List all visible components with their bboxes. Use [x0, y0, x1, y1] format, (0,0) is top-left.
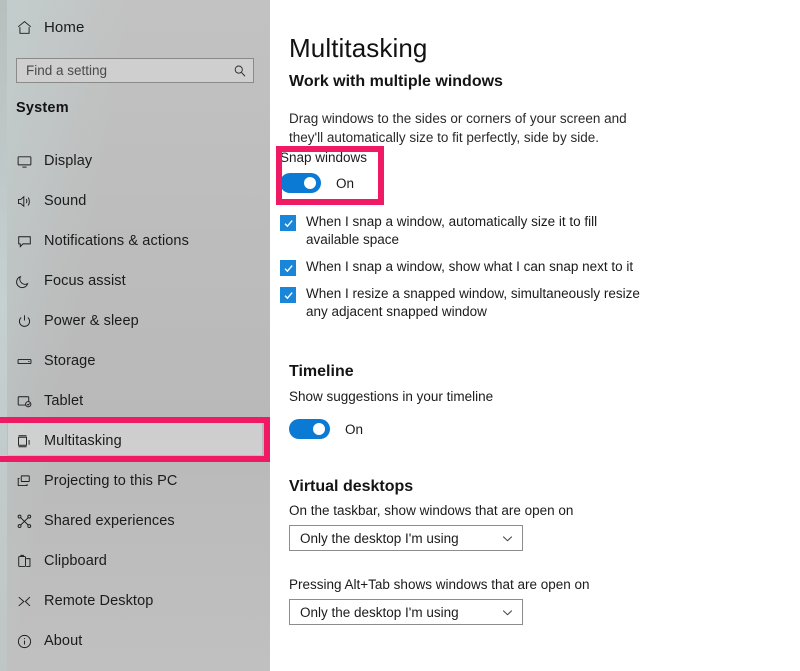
remote-desktop-icon: [16, 593, 42, 610]
checkbox-label: When I snap a window, show what I can sn…: [306, 259, 634, 274]
sidebar-item-remote-desktop[interactable]: Remote Desktop: [0, 584, 270, 618]
home-icon: [16, 19, 42, 36]
checkbox-row-simultaneous-resize[interactable]: When I resize a snapped window, simultan…: [280, 285, 650, 321]
dropdown-value: Only the desktop I'm using: [300, 604, 459, 620]
sidebar-item-about[interactable]: About: [0, 624, 270, 658]
taskbar-windows-dropdown[interactable]: Only the desktop I'm using: [289, 525, 523, 551]
checkbox-row-show-snap-suggestions[interactable]: When I snap a window, show what I can sn…: [280, 258, 650, 276]
settings-window: Home System Display: [0, 0, 800, 671]
sidebar-item-label: Tablet: [44, 392, 84, 409]
sidebar-item-label: Storage: [44, 352, 96, 369]
chevron-down-icon: [501, 532, 514, 545]
sidebar-item-clipboard[interactable]: Clipboard: [0, 544, 270, 578]
checkbox-simultaneous-resize[interactable]: [280, 287, 296, 303]
sidebar-item-home[interactable]: Home: [0, 10, 270, 44]
sidebar: Home System Display: [0, 0, 270, 671]
sidebar-item-tablet[interactable]: Tablet: [0, 384, 270, 418]
alttab-windows-label: Pressing Alt+Tab shows windows that are …: [289, 577, 590, 592]
sidebar-item-shared-experiences[interactable]: Shared experiences: [0, 504, 270, 538]
section-heading-work-with-multiple-windows: Work with multiple windows: [289, 73, 503, 91]
search-box[interactable]: [16, 58, 254, 83]
sidebar-item-label: Remote Desktop: [44, 592, 154, 609]
snap-windows-toggle[interactable]: [280, 173, 321, 193]
checkbox-autosize[interactable]: [280, 215, 296, 231]
monitor-icon: [16, 153, 42, 170]
share-icon: [16, 513, 42, 530]
sidebar-item-label: Shared experiences: [44, 512, 175, 529]
project-icon: [16, 473, 42, 490]
speaker-icon: [16, 193, 42, 210]
sidebar-section-title: System: [16, 100, 69, 116]
checkbox-row-autosize[interactable]: When I snap a window, automatically size…: [280, 213, 650, 249]
sidebar-item-sound[interactable]: Sound: [0, 184, 270, 218]
timeline-toggle-row: On: [289, 419, 363, 439]
snap-windows-toggle-state: On: [336, 175, 355, 191]
power-icon: [16, 313, 42, 330]
toggle-knob: [313, 423, 325, 435]
snap-windows-toggle-row: On: [280, 173, 380, 193]
checkbox-show-snap-suggestions[interactable]: [280, 260, 296, 276]
drive-icon: [16, 353, 42, 370]
sidebar-item-label: Projecting to this PC: [44, 472, 178, 489]
section-description: Drag windows to the sides or corners of …: [289, 110, 627, 145]
chevron-down-icon: [501, 606, 514, 619]
notification-icon: [16, 233, 42, 250]
taskbar-windows-label: On the taskbar, show windows that are op…: [289, 503, 574, 518]
sidebar-item-label: About: [44, 632, 83, 649]
sidebar-item-label: Display: [44, 152, 93, 169]
moon-icon: [16, 273, 42, 290]
search-input[interactable]: [26, 59, 233, 82]
timeline-toggle-state: On: [345, 421, 364, 437]
sidebar-item-label: Sound: [44, 192, 87, 209]
search-icon[interactable]: [233, 64, 247, 78]
sidebar-item-display[interactable]: Display: [0, 144, 270, 178]
snap-options-list: When I snap a window, automatically size…: [280, 213, 650, 330]
timeline-suggestions-toggle[interactable]: [289, 419, 330, 439]
section-heading-timeline: Timeline: [289, 363, 354, 381]
sidebar-item-projecting[interactable]: Projecting to this PC: [0, 464, 270, 498]
alttab-windows-dropdown[interactable]: Only the desktop I'm using: [289, 599, 523, 625]
sidebar-item-label: Multitasking: [44, 432, 122, 449]
sidebar-item-label: Focus assist: [44, 272, 126, 289]
dropdown-value: Only the desktop I'm using: [300, 530, 459, 546]
info-icon: [16, 633, 42, 650]
sidebar-item-power-sleep[interactable]: Power & sleep: [0, 304, 270, 338]
checkbox-label: When I snap a window, automatically size…: [306, 214, 598, 247]
sidebar-item-label: Power & sleep: [44, 312, 139, 329]
sidebar-item-label: Home: [44, 18, 85, 36]
sidebar-item-multitasking[interactable]: Multitasking: [0, 424, 270, 458]
snap-windows-label: Snap windows: [280, 150, 368, 165]
snap-windows-group: Snap windows On: [280, 150, 380, 193]
checkbox-label: When I resize a snapped window, simultan…: [306, 286, 640, 319]
sidebar-item-focus-assist[interactable]: Focus assist: [0, 264, 270, 298]
sidebar-item-notifications[interactable]: Notifications & actions: [0, 224, 270, 258]
sidebar-item-label: Clipboard: [44, 552, 107, 569]
section-heading-virtual-desktops: Virtual desktops: [289, 478, 414, 496]
timeline-suggestions-label: Show suggestions in your timeline: [289, 389, 494, 404]
clipboard-icon: [16, 553, 42, 570]
sidebar-item-storage[interactable]: Storage: [0, 344, 270, 378]
sidebar-item-label: Notifications & actions: [44, 232, 189, 249]
tablet-icon: [16, 393, 42, 410]
page-title: Multitasking: [289, 33, 428, 64]
main-content: Multitasking Work with multiple windows …: [270, 0, 800, 671]
toggle-knob: [304, 177, 316, 189]
multitasking-icon: [16, 433, 42, 450]
